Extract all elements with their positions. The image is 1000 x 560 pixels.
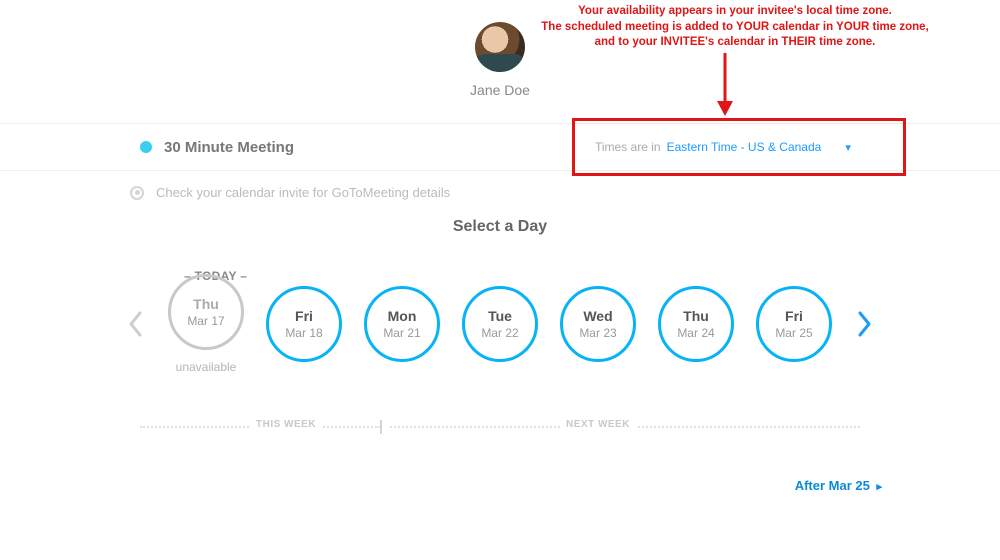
calendar-invite-text: Check your calendar invite for GoToMeeti… xyxy=(156,185,450,200)
day-option[interactable]: Fri Mar 18 xyxy=(266,286,342,362)
day-option[interactable]: Fri Mar 25 xyxy=(756,286,832,362)
timezone-label: Times are in xyxy=(595,140,661,154)
day-weekday: Fri xyxy=(785,308,803,324)
radio-dot-icon xyxy=(130,186,144,200)
day-date: Mar 17 xyxy=(187,314,224,328)
chevron-left-icon xyxy=(127,310,143,338)
timezone-selector[interactable]: Times are in Eastern Time - US & Canada … xyxy=(572,118,906,176)
meeting-header: 30 Minute Meeting Times are in Eastern T… xyxy=(0,123,1000,171)
day-date: Mar 21 xyxy=(383,326,420,340)
select-day-heading: Select a Day xyxy=(0,218,1000,236)
timezone-value: Eastern Time - US & Canada xyxy=(667,140,822,154)
day-circle: Wed Mar 23 xyxy=(560,286,636,362)
week-divider: THIS WEEK NEXT WEEK xyxy=(0,420,1000,434)
day-weekday: Mon xyxy=(388,308,417,324)
next-days-button[interactable] xyxy=(854,304,876,344)
day-weekday: Wed xyxy=(583,308,612,324)
this-week-label: THIS WEEK xyxy=(250,419,322,430)
day-weekday: Thu xyxy=(683,308,709,324)
unavailable-label: unavailable xyxy=(176,360,237,374)
chevron-right-icon xyxy=(857,310,873,338)
chevron-down-icon: ▾ xyxy=(845,141,851,154)
avatar xyxy=(475,22,525,72)
day-option[interactable]: Wed Mar 23 xyxy=(560,286,636,362)
day-circle: Fri Mar 18 xyxy=(266,286,342,362)
after-date-link[interactable]: After Mar 25 ▸ xyxy=(795,478,882,493)
day-date: Mar 22 xyxy=(481,326,518,340)
day-option[interactable]: Mon Mar 21 xyxy=(364,286,440,362)
day-weekday: Fri xyxy=(295,308,313,324)
meeting-color-dot-icon xyxy=(140,141,152,153)
day-circle: Fri Mar 25 xyxy=(756,286,832,362)
caret-right-icon: ▸ xyxy=(876,481,882,493)
day-circle: Mon Mar 21 xyxy=(364,286,440,362)
prev-days-button[interactable] xyxy=(124,304,146,344)
annotation-line: and to your INVITEE's calendar in THEIR … xyxy=(525,35,945,51)
annotation-line: The scheduled meeting is added to YOUR c… xyxy=(525,20,945,36)
day-circle: Tue Mar 22 xyxy=(462,286,538,362)
day-option[interactable]: Tue Mar 22 xyxy=(462,286,538,362)
after-date-label: After Mar 25 xyxy=(795,478,870,493)
day-date: Mar 24 xyxy=(677,326,714,340)
day-weekday: Tue xyxy=(488,308,512,324)
timezone-annotation: Your availability appears in your invite… xyxy=(525,4,945,51)
meeting-title: 30 Minute Meeting xyxy=(164,139,294,156)
day-date: Mar 25 xyxy=(775,326,812,340)
day-date: Mar 23 xyxy=(579,326,616,340)
day-option[interactable]: Thu Mar 24 xyxy=(658,286,734,362)
divider-tick-icon xyxy=(380,420,382,434)
day-option-unavailable: Thu Mar 17 unavailable xyxy=(168,274,244,374)
day-date: Mar 18 xyxy=(285,326,322,340)
next-week-label: NEXT WEEK xyxy=(560,419,636,430)
day-circle: Thu Mar 24 xyxy=(658,286,734,362)
day-circle: Thu Mar 17 xyxy=(168,274,244,350)
day-weekday: Thu xyxy=(193,296,219,312)
day-carousel: Thu Mar 17 unavailable Fri Mar 18 Mon Ma… xyxy=(0,274,1000,374)
host-name: Jane Doe xyxy=(0,82,1000,98)
annotation-line: Your availability appears in your invite… xyxy=(525,4,945,20)
